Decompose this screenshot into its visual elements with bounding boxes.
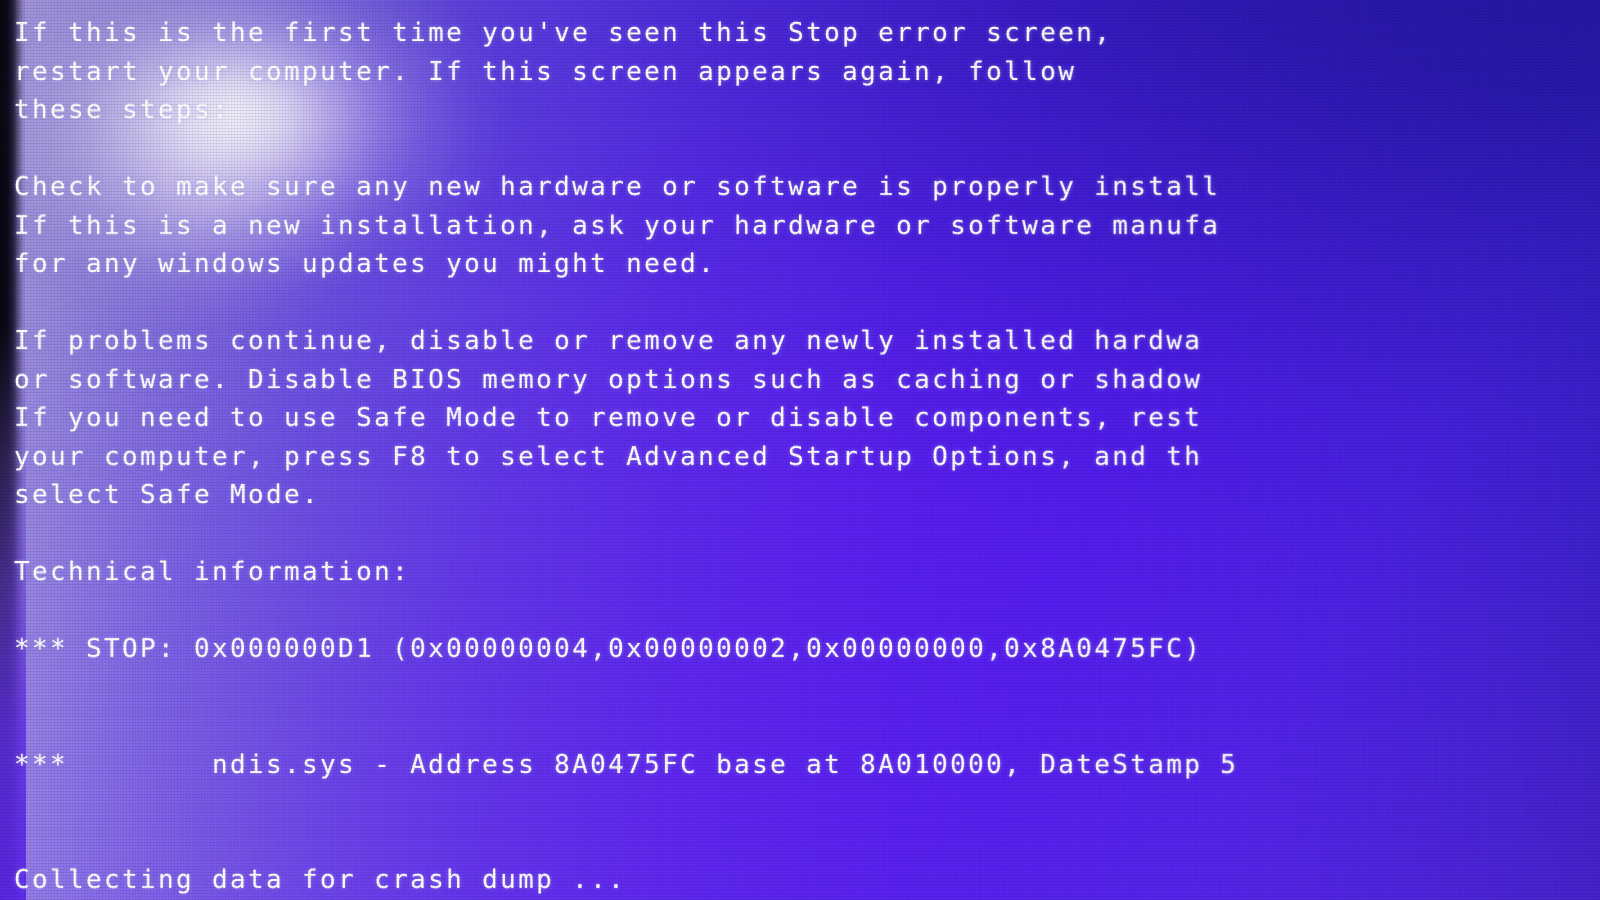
monitor-bezel-shadow-fade [0,330,26,900]
camera-glare-secondary-bloom [10,60,430,390]
bluescreen-stop-error-screen: If this is the first time you've seen th… [0,0,1600,900]
